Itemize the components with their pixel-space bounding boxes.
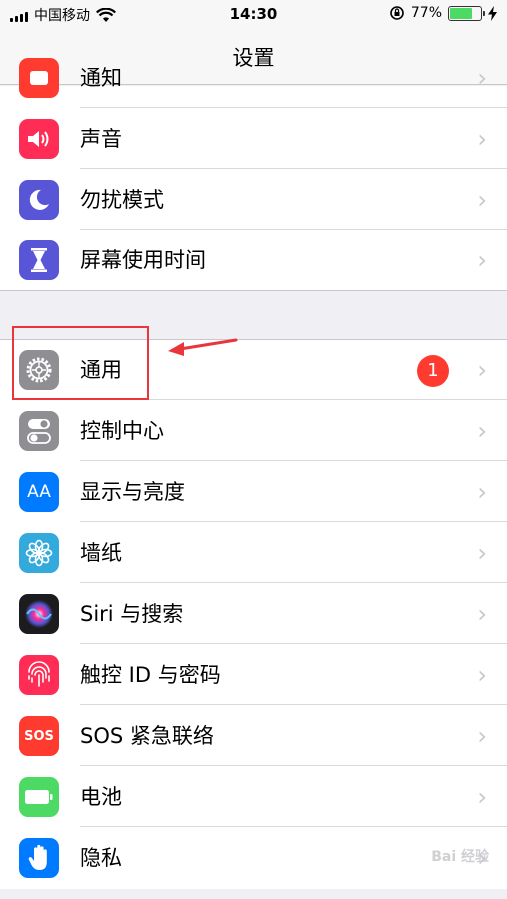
settings-group-1: 通知 › 声音 › 勿扰模式 › 屏幕使用时间 › (0, 58, 507, 291)
watermark: Bai 经验 (431, 849, 489, 865)
text-size-icon: AA (19, 472, 59, 512)
row-separator (80, 168, 507, 169)
charging-bolt-icon (488, 5, 497, 21)
moon-icon (19, 180, 59, 220)
hourglass-icon (19, 240, 59, 280)
settings-row-display-brightness[interactable]: AA 显示与亮度 › (0, 462, 507, 522)
sos-glyph: SOS (24, 728, 54, 744)
notification-badge: 1 (417, 355, 449, 387)
settings-row-label: 触控 ID 与密码 (80, 663, 221, 687)
battery-fill (450, 7, 472, 19)
fingerprint-icon (19, 655, 59, 695)
settings-row-label: 电池 (80, 785, 122, 809)
row-separator (80, 460, 507, 461)
status-bar: 中国移动 14:30 77% (0, 0, 507, 30)
battery-icon (19, 777, 59, 817)
settings-row-wallpaper[interactable]: 墙纸 › (0, 523, 507, 583)
flower-icon (19, 533, 59, 573)
hand-icon (19, 838, 59, 878)
settings-group-2: 通用 1 › 控制中心 › AA 显示与亮度 › 墙纸 › Siri 与搜索 ›… (0, 339, 507, 889)
rotation-lock-icon (390, 6, 404, 20)
settings-row-label: 控制中心 (80, 419, 164, 443)
chevron-right-icon: › (477, 356, 487, 384)
row-separator (80, 765, 507, 766)
toggles-icon (19, 411, 59, 451)
row-separator (80, 826, 507, 827)
annotation-arrow-icon (168, 338, 238, 356)
settings-row-label: 勿扰模式 (80, 188, 164, 212)
battery-icon (448, 5, 485, 21)
status-right: 77% (389, 5, 497, 21)
notifications-icon (19, 58, 59, 98)
settings-row-do-not-disturb[interactable]: 勿扰模式 › (0, 170, 507, 230)
siri-icon (19, 594, 59, 634)
highlight-box (12, 326, 149, 400)
chevron-right-icon: › (477, 246, 487, 274)
settings-row-sound[interactable]: 声音 › (0, 109, 507, 169)
chevron-right-icon: › (477, 125, 487, 153)
chevron-right-icon: › (477, 186, 487, 214)
settings-row-label: 通知 (80, 66, 122, 90)
row-separator (80, 704, 507, 705)
chevron-right-icon: › (477, 722, 487, 750)
row-separator (80, 582, 507, 583)
battery-percent: 77% (410, 5, 442, 21)
chevron-right-icon: › (477, 417, 487, 445)
settings-row-label: 隐私 (80, 846, 122, 870)
settings-row-siri-search[interactable]: Siri 与搜索 › (0, 584, 507, 644)
settings-row-label: 声音 (80, 127, 122, 151)
settings-row-notifications[interactable]: 通知 › (0, 48, 507, 108)
settings-row-control-center[interactable]: 控制中心 › (0, 401, 507, 461)
settings-row-label: Siri 与搜索 (80, 602, 184, 626)
chevron-right-icon: › (477, 661, 487, 689)
settings-row-label: 显示与亮度 (80, 480, 185, 504)
settings-row-label: 屏幕使用时间 (80, 248, 206, 272)
row-separator (80, 643, 507, 644)
chevron-right-icon: › (477, 478, 487, 506)
settings-row-sos[interactable]: SOS SOS 紧急联络 › (0, 706, 507, 766)
settings-row-touch-id[interactable]: 触控 ID 与密码 › (0, 645, 507, 705)
settings-row-label: 墙纸 (80, 541, 122, 565)
chevron-right-icon: › (477, 64, 487, 92)
chevron-right-icon: › (477, 539, 487, 567)
speaker-icon (19, 119, 59, 159)
row-separator (80, 107, 507, 108)
sos-icon: SOS (19, 716, 59, 756)
settings-row-label: SOS 紧急联络 (80, 724, 214, 748)
settings-row-battery[interactable]: 电池 › (0, 767, 507, 827)
settings-row-screen-time[interactable]: 屏幕使用时间 › (0, 230, 507, 290)
row-separator (80, 521, 507, 522)
chevron-right-icon: › (477, 600, 487, 628)
chevron-right-icon: › (477, 783, 487, 811)
text-size-glyph: AA (27, 482, 51, 502)
